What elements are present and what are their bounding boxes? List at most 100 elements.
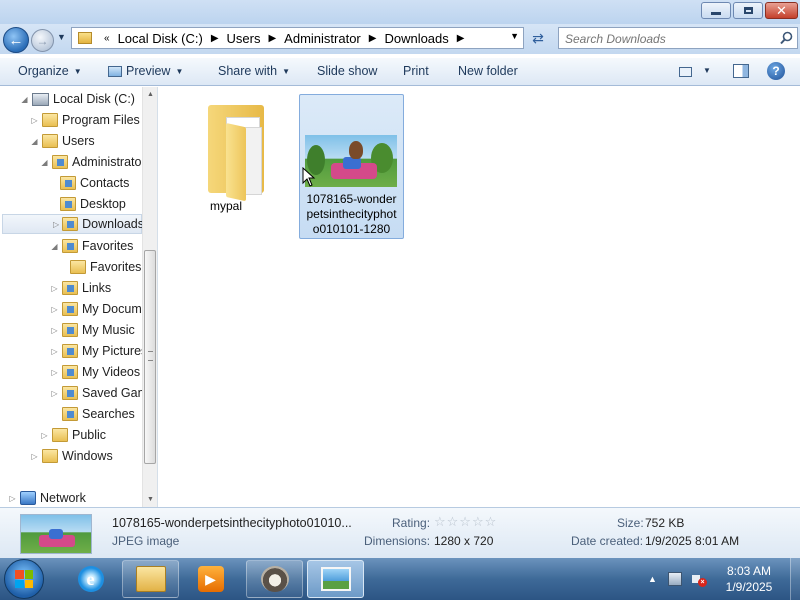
rating-label: Rating: — [392, 516, 431, 530]
rating-stars[interactable]: ☆☆☆☆☆ — [434, 514, 497, 530]
file-name-line: o010101-1280 — [312, 222, 391, 236]
taskbar-image-viewer[interactable] — [307, 560, 364, 598]
navigation-scrollbar[interactable]: ▲ ▼ — [142, 87, 157, 507]
scroll-down-arrow-icon[interactable]: ▼ — [147, 496, 154, 503]
breadcrumb-downloads[interactable]: Downloads — [382, 31, 450, 46]
folder-icon — [42, 113, 58, 127]
tree-item-my-documents[interactable]: ▷ My Docum — [50, 299, 142, 319]
back-button[interactable]: ← — [3, 27, 29, 53]
search-icon[interactable] — [780, 31, 793, 45]
recent-pages-dropdown[interactable]: ▼ — [57, 32, 66, 42]
expand-arrow-icon[interactable]: ▷ — [50, 305, 59, 314]
tree-item-my-videos[interactable]: ▷ My Videos — [50, 362, 140, 382]
tree-item-network[interactable]: ▷ Network — [8, 488, 86, 507]
address-bar[interactable]: « Local Disk (C:) ▶ Users ▶ Administrato… — [71, 27, 524, 49]
tree-label: Administrato — [72, 155, 142, 169]
tree-item-program-files[interactable]: ▷ Program Files — [30, 110, 140, 130]
tree-item-my-pictures[interactable]: ▷ My Pictures — [50, 341, 147, 361]
expand-arrow-icon[interactable]: ◢ — [20, 95, 29, 104]
show-hidden-icons-arrow-icon[interactable]: ▲ — [648, 574, 657, 584]
scroll-up-arrow-icon[interactable]: ▲ — [147, 91, 154, 98]
minimize-button[interactable] — [701, 2, 731, 19]
preview-button[interactable]: Preview ▼ — [108, 64, 183, 78]
expand-arrow-icon[interactable]: ◢ — [30, 137, 39, 146]
chevron-right-icon[interactable]: ▶ — [457, 33, 465, 44]
slide-show-button[interactable]: Slide show — [317, 64, 377, 78]
tree-item-favorites-sub[interactable]: Favorites — [70, 257, 141, 277]
tree-item-local-disk[interactable]: ◢ Local Disk (C:) — [20, 89, 135, 109]
windows-explorer-icon — [135, 566, 166, 592]
file-list[interactable]: mypal 1078165-wonder petsinthecityphot o… — [158, 87, 800, 507]
documents-folder-icon — [62, 302, 78, 316]
tree-item-public[interactable]: ▷ Public — [40, 425, 106, 445]
view-dropdown-arrow-icon[interactable]: ▼ — [703, 66, 711, 75]
expand-arrow-icon[interactable]: ▷ — [30, 116, 39, 125]
expand-arrow-icon[interactable]: ▷ — [50, 347, 59, 356]
tree-item-saved-games[interactable]: ▷ Saved Gam — [50, 383, 148, 403]
taskbar-media-player[interactable]: ▶ — [182, 560, 239, 598]
volume-muted-icon[interactable]: × — [692, 572, 707, 587]
taskbar-internet-explorer[interactable]: e — [62, 560, 119, 598]
date-created-label: Date created: — [571, 534, 644, 548]
chevron-right-icon[interactable]: ▶ — [211, 33, 219, 44]
help-icon[interactable]: ? — [767, 62, 785, 80]
search-box[interactable] — [558, 27, 798, 50]
chevron-left-icon[interactable]: « — [104, 33, 110, 44]
chevron-right-icon[interactable]: ▶ — [268, 33, 276, 44]
tree-item-searches[interactable]: Searches — [50, 404, 135, 424]
address-dropdown-arrow[interactable]: ▼ — [510, 31, 519, 41]
refresh-button[interactable]: ⇄ — [526, 27, 550, 49]
taskbar-windows-explorer[interactable] — [122, 560, 179, 598]
tree-label: Windows — [62, 449, 113, 463]
share-with-button[interactable]: Share with ▼ — [218, 64, 290, 78]
expand-arrow-icon[interactable] — [50, 410, 59, 419]
file-name: mypal — [209, 199, 242, 213]
print-button[interactable]: Print — [403, 64, 429, 78]
breadcrumb-administrator[interactable]: Administrator — [282, 31, 363, 46]
breadcrumb-users[interactable]: Users — [225, 31, 263, 46]
network-status-icon[interactable] — [668, 572, 682, 586]
preview-pane-icon[interactable] — [733, 64, 749, 78]
expand-arrow-icon[interactable]: ◢ — [40, 158, 49, 167]
tree-label: My Docum — [82, 302, 142, 316]
show-desktop-button[interactable] — [790, 558, 800, 600]
folder-item-mypal[interactable]: mypal — [180, 93, 272, 221]
expand-arrow-icon[interactable]: ▷ — [50, 389, 59, 398]
tree-item-my-music[interactable]: ▷ My Music — [50, 320, 135, 340]
forward-button[interactable]: → — [31, 29, 54, 52]
command-bar: Organize ▼ Preview ▼ Share with ▼ Slide sho… — [0, 58, 800, 86]
change-view-icon[interactable] — [679, 67, 692, 77]
tree-item-desktop[interactable]: Desktop — [60, 194, 126, 214]
expand-arrow-icon[interactable]: ▷ — [50, 284, 59, 293]
new-folder-button[interactable]: New folder — [458, 64, 518, 78]
expand-arrow-icon[interactable]: ▷ — [53, 220, 59, 229]
expand-arrow-icon[interactable]: ▷ — [50, 368, 59, 377]
pictures-folder-icon — [62, 344, 78, 358]
organize-button[interactable]: Organize ▼ — [18, 64, 82, 78]
tree-item-contacts[interactable]: Contacts — [60, 173, 129, 193]
close-button[interactable]: ✕ — [765, 2, 798, 19]
scrollbar-thumb[interactable] — [144, 250, 156, 464]
expand-arrow-icon[interactable]: ▷ — [50, 326, 59, 335]
start-button[interactable] — [4, 559, 44, 599]
maximize-button[interactable] — [733, 2, 763, 19]
search-input[interactable] — [559, 28, 767, 50]
tree-item-favorites[interactable]: ◢ Favorites — [50, 236, 133, 256]
tree-label: My Videos — [82, 365, 141, 379]
expand-arrow-icon[interactable]: ◢ — [50, 242, 59, 251]
tree-item-windows[interactable]: ▷ Windows — [30, 446, 113, 466]
size-value: 752 KB — [645, 516, 685, 530]
expand-arrow-icon[interactable]: ▷ — [30, 452, 39, 461]
dropdown-arrow-icon: ▼ — [175, 67, 184, 76]
tree-item-downloads[interactable]: ▷ Downloads — [2, 214, 144, 234]
breadcrumb-local-disk[interactable]: Local Disk (C:) — [116, 31, 205, 46]
expand-arrow-icon[interactable]: ▷ — [8, 494, 17, 503]
taskbar-raccoon-app[interactable] — [246, 560, 303, 598]
title-bar[interactable]: ✕ — [0, 0, 800, 24]
tree-item-administrator[interactable]: ◢ Administrato — [40, 152, 141, 172]
expand-arrow-icon[interactable]: ▷ — [40, 431, 49, 440]
tree-item-links[interactable]: ▷ Links — [50, 278, 111, 298]
chevron-right-icon[interactable]: ▶ — [369, 33, 377, 44]
clock[interactable]: 8:03 AM 1/9/2025 — [718, 563, 780, 595]
tree-item-users[interactable]: ◢ Users — [30, 131, 95, 151]
